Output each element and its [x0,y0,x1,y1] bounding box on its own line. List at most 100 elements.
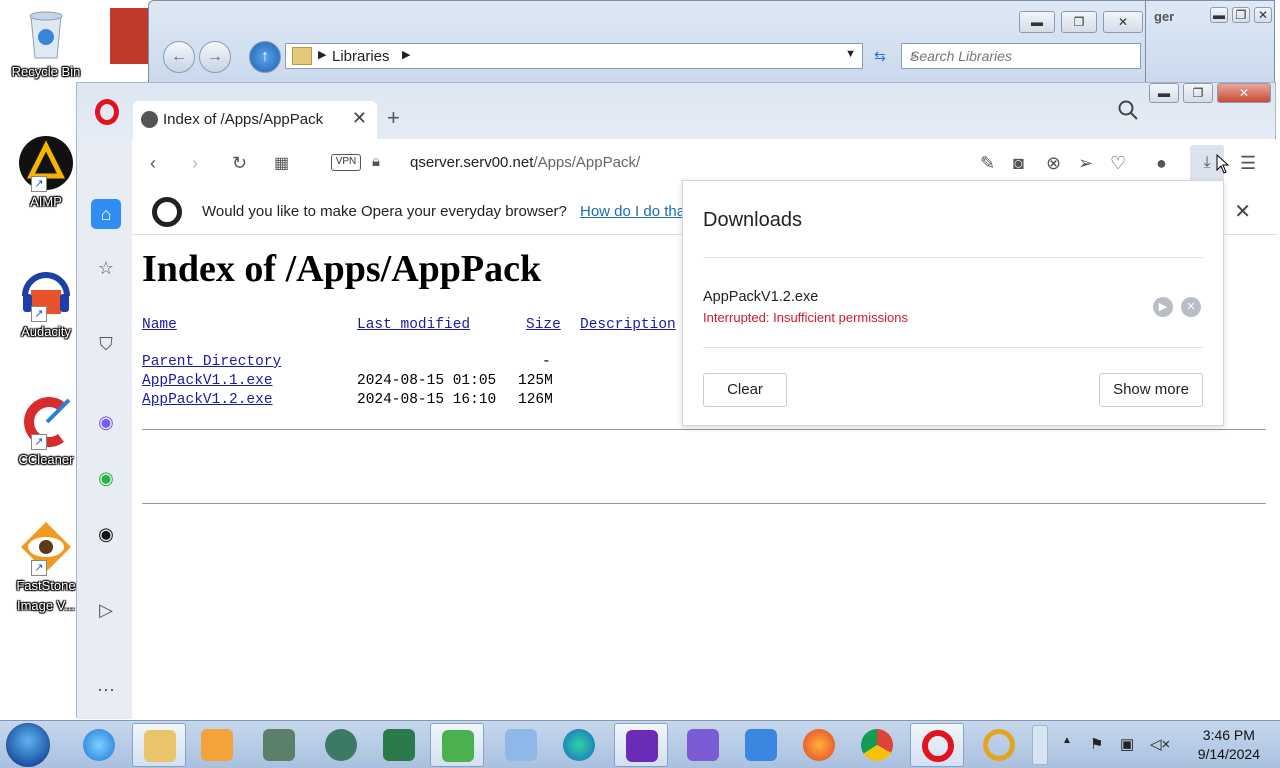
parent-directory-link[interactable]: Parent Directory [142,354,281,370]
download-status: Interrupted: Insufficient permissions [703,310,908,325]
dropdown-arrow-icon[interactable]: ▼ [845,48,856,60]
sidebar-whatsapp-icon[interactable]: ◉ [91,463,121,493]
camera-icon[interactable]: ◙ [1013,153,1024,174]
infobar-close-icon[interactable]: ✕ [1234,199,1251,224]
opera-logo-icon[interactable] [95,99,119,125]
retry-icon[interactable]: ▶ [1153,297,1173,317]
minimize-button[interactable]: ▬ [1149,83,1179,103]
filezilla-icon[interactable] [110,8,150,64]
forward-icon[interactable]: › [192,153,198,174]
ccleaner-icon: ↗ [17,392,75,450]
sidebar-shopping-icon[interactable]: ⛉ [91,329,121,359]
taskbar-explorer[interactable] [132,723,186,767]
close-button[interactable]: ✕ [1254,7,1272,23]
clear-button[interactable]: Clear [703,373,787,407]
taskbar-opera[interactable] [910,723,964,767]
minimize-button[interactable]: ▬ [1019,11,1055,33]
paint-icon [505,729,537,761]
up-button[interactable]: ↑ [249,41,281,73]
taskbar-window-app[interactable] [372,723,426,767]
volume-muted-icon[interactable]: ◁× [1150,735,1170,753]
remove-download-icon[interactable]: ✕ [1181,297,1201,317]
window-app-icon [383,729,415,761]
edit-icon[interactable]: ✎ [980,153,995,174]
taskbar-visual-studio[interactable] [676,723,730,767]
recycle-bin-icon [17,4,75,62]
taskbar-paint[interactable] [494,723,548,767]
libraries-folder-icon [292,47,312,65]
start-button[interactable] [6,723,50,767]
network-icon[interactable]: ▣ [1120,735,1134,753]
taskbar-ring-app[interactable] [972,723,1026,767]
folder-icon [144,730,176,762]
taskbar-internet-explorer[interactable] [72,723,126,767]
url-path: /Apps/AppPack/ [533,154,641,171]
search-libraries-input[interactable]: Search Libraries ⌕ [901,43,1141,69]
sidebar-bookmarks-icon[interactable]: ☆ [91,253,121,283]
sidebar-tiktok-icon[interactable]: ◉ [91,519,121,549]
refresh-icon[interactable]: ⇆ [867,43,893,69]
taskbar-users-app[interactable] [430,723,484,767]
download-file-name[interactable]: AppPackV1.2.exe [703,289,818,305]
taskbar-media-player[interactable] [190,723,244,767]
sidebar-messenger-icon[interactable]: ◉ [91,407,121,437]
column-header-size[interactable]: Size [526,317,561,333]
back-icon[interactable]: ‹ [150,153,156,174]
taskbar-monitor[interactable] [252,723,306,767]
column-header-modified[interactable]: Last modified [357,317,470,333]
shortcut-arrow-icon: ↗ [31,306,47,322]
taskbar-yahoo-messenger[interactable] [614,723,668,767]
system-clock[interactable]: 3:46 PM 9/14/2024 [1198,726,1260,764]
maximize-button[interactable]: ❐ [1183,83,1213,103]
tab-search-icon[interactable] [1117,99,1139,121]
column-header-name[interactable]: Name [142,317,177,333]
close-button[interactable]: ✕ [1103,11,1143,33]
media-player-icon [201,729,233,761]
opera-icon [922,730,954,762]
action-center-flag-icon[interactable]: ⚑ [1090,735,1103,753]
minimize-button[interactable]: ▬ [1210,7,1228,23]
tab-index-apppack[interactable]: Index of /Apps/AppPack ✕ [133,101,377,139]
divider [703,257,1203,258]
sidebar-more-icon[interactable]: ⋯ [91,675,121,705]
desktop-icon-recycle-bin[interactable]: Recycle Bin [4,4,88,82]
file-link[interactable]: AppPackV1.2.exe [142,392,273,408]
close-button[interactable]: ✕ [1217,83,1271,103]
profile-icon[interactable]: ● [1156,153,1167,174]
taskbar-globe-app[interactable] [314,723,368,767]
taskbar-crystal-app[interactable] [734,723,788,767]
infobar-link[interactable]: How do I do tha [580,203,685,220]
internet-explorer-icon [83,729,115,761]
taskbar-edge[interactable] [552,723,606,767]
show-more-button[interactable]: Show more [1099,373,1203,407]
lock-icon[interactable]: 🔒︎ [372,153,380,170]
url-field[interactable]: qserver.serv00.net/Apps/AppPack/ [410,154,640,171]
taskbar-chrome[interactable] [850,723,904,767]
yahoo-icon [626,730,658,762]
easy-setup-icon[interactable]: ☰ [1240,153,1256,174]
file-link[interactable]: AppPackV1.1.exe [142,373,273,389]
show-hidden-icons-icon[interactable]: ▲ [1062,735,1072,746]
send-icon[interactable]: ➢ [1078,153,1093,174]
search-icon[interactable]: ⌕ [910,47,1134,64]
chrome-icon [861,729,893,761]
taskbar-scroll-handle[interactable] [1032,725,1048,765]
heart-icon[interactable]: ♡ [1110,153,1126,174]
maximize-button[interactable]: ❐ [1061,11,1097,33]
adblock-icon[interactable]: ⊗ [1046,153,1061,174]
tab-close-icon[interactable]: ✕ [352,108,367,129]
sidebar-player-icon[interactable]: ▷ [91,595,121,625]
tab-grid-icon[interactable]: ▦ [274,153,289,173]
forward-button[interactable]: → [199,41,231,73]
maximize-button[interactable]: ❐ [1232,7,1250,23]
column-header-description[interactable]: Description [580,317,676,333]
reload-icon[interactable]: ↻ [232,153,247,174]
breadcrumb-arrow-icon: ▶ [402,49,411,61]
downloads-title: Downloads [703,209,802,231]
back-button[interactable]: ← [163,41,195,73]
new-tab-button[interactable]: + [387,105,400,131]
taskbar-firefox[interactable] [792,723,846,767]
address-bar[interactable]: ▶ Libraries ▶ ▼ [285,43,863,69]
sidebar-home-icon[interactable]: ⌂ [91,199,121,229]
vpn-badge[interactable]: VPN [331,154,361,171]
